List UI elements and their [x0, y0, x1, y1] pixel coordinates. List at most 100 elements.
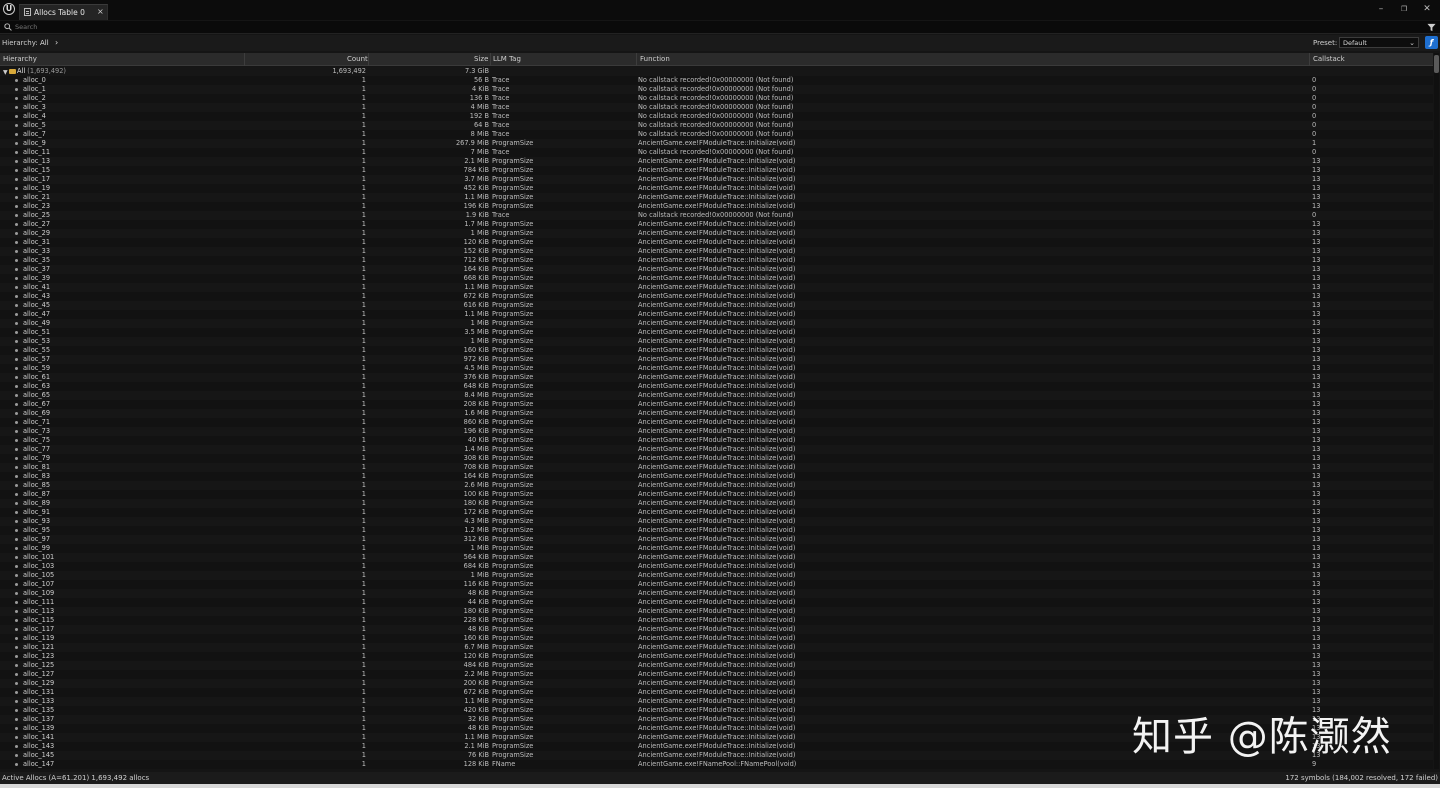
preset-select[interactable]: Default ⌄ — [1339, 37, 1419, 48]
column-header-function[interactable]: Function — [640, 55, 670, 63]
table-row[interactable]: alloc_29 1 1 MiB ProgramSize AncientGame.exe… — [0, 229, 1433, 238]
column-divider[interactable] — [244, 53, 245, 66]
table-row[interactable]: alloc_89 1 180 KiB ProgramSize AncientGame.e… — [0, 499, 1433, 508]
minimize-icon[interactable]: – — [1374, 4, 1388, 14]
table-row[interactable]: alloc_19 1 452 KiB ProgramSize AncientGame.e… — [0, 184, 1433, 193]
column-header-size[interactable]: Size — [474, 55, 488, 63]
table-row[interactable]: alloc_67 1 208 KiB ProgramSize AncientGame.e… — [0, 400, 1433, 409]
table-row[interactable]: alloc_107 1 116 KiB ProgramSize AncientGame.… — [0, 580, 1433, 589]
table-row[interactable]: alloc_51 1 3.5 MiB ProgramSize AncientGame.e… — [0, 328, 1433, 337]
table-row[interactable]: alloc_2 1 136 B Trace No callstack recorded!… — [0, 94, 1433, 103]
table-row[interactable]: alloc_9 1 267.9 MiB ProgramSize AncientGame.… — [0, 139, 1433, 148]
table-row[interactable]: alloc_69 1 1.6 MiB ProgramSize AncientGame.e… — [0, 409, 1433, 418]
table-row[interactable]: alloc_93 1 4.3 MiB ProgramSize AncientGame.e… — [0, 517, 1433, 526]
row-llm-tag: ProgramSize — [492, 319, 534, 327]
table-row[interactable]: alloc_97 1 312 KiB ProgramSize AncientGame.e… — [0, 535, 1433, 544]
column-header-hierarchy[interactable]: Hierarchy — [3, 55, 37, 63]
table-row[interactable]: alloc_33 1 152 KiB ProgramSize AncientGame.e… — [0, 247, 1433, 256]
table-row[interactable]: alloc_37 1 164 KiB ProgramSize AncientGame.e… — [0, 265, 1433, 274]
table-row[interactable]: alloc_39 1 668 KiB ProgramSize AncientGame.e… — [0, 274, 1433, 283]
table-row[interactable]: alloc_125 1 484 KiB ProgramSize AncientGame.… — [0, 661, 1433, 670]
vertical-scrollbar[interactable] — [1434, 53, 1439, 769]
table-row[interactable]: alloc_71 1 860 KiB ProgramSize AncientGame.e… — [0, 418, 1433, 427]
table-row[interactable]: alloc_111 1 44 KiB ProgramSize AncientGame.e… — [0, 598, 1433, 607]
table-row[interactable]: alloc_43 1 672 KiB ProgramSize AncientGame.e… — [0, 292, 1433, 301]
search-input[interactable] — [15, 22, 1415, 32]
table-row[interactable]: alloc_127 1 2.2 MiB ProgramSize AncientGame.… — [0, 670, 1433, 679]
table-row[interactable]: alloc_121 1 6.7 MiB ProgramSize AncientGame.… — [0, 643, 1433, 652]
column-header-llm-tag[interactable]: LLM Tag — [493, 55, 521, 63]
table-row[interactable]: alloc_95 1 1.2 MiB ProgramSize AncientGame.e… — [0, 526, 1433, 535]
table-row[interactable]: alloc_59 1 4.5 MiB ProgramSize AncientGame.e… — [0, 364, 1433, 373]
table-row[interactable]: alloc_61 1 376 KiB ProgramSize AncientGame.e… — [0, 373, 1433, 382]
table-row[interactable]: alloc_1 1 4 KiB Trace No callstack recorded!… — [0, 85, 1433, 94]
table-row[interactable]: alloc_105 1 1 MiB ProgramSize AncientGame.ex… — [0, 571, 1433, 580]
table-row[interactable]: alloc_23 1 196 KiB ProgramSize AncientGame.e… — [0, 202, 1433, 211]
table-row[interactable]: alloc_55 1 160 KiB ProgramSize AncientGame.e… — [0, 346, 1433, 355]
table-row[interactable]: alloc_91 1 172 KiB ProgramSize AncientGame.e… — [0, 508, 1433, 517]
table-row[interactable]: alloc_5 1 64 B Trace No callstack recorded!0… — [0, 121, 1433, 130]
column-divider[interactable] — [636, 53, 637, 66]
function-icon[interactable]: ƒ — [1425, 36, 1438, 49]
row-count: 1 — [361, 643, 366, 651]
hierarchy-breadcrumb-all[interactable]: All — [40, 39, 49, 47]
table-row[interactable]: alloc_31 1 120 KiB ProgramSize AncientGame.e… — [0, 238, 1433, 247]
table-row[interactable]: alloc_117 1 48 KiB ProgramSize AncientGame.e… — [0, 625, 1433, 634]
table-row[interactable]: alloc_49 1 1 MiB ProgramSize AncientGame.exe… — [0, 319, 1433, 328]
scrollbar-thumb[interactable] — [1434, 55, 1439, 73]
table-row[interactable]: alloc_0 1 56 B Trace No callstack recorded!0… — [0, 76, 1433, 85]
table-row[interactable]: alloc_85 1 2.6 MiB ProgramSize AncientGame.e… — [0, 481, 1433, 490]
close-icon[interactable]: ✕ — [1420, 4, 1434, 14]
table-row[interactable]: alloc_119 1 160 KiB ProgramSize AncientGame.… — [0, 634, 1433, 643]
table-row[interactable]: alloc_81 1 708 KiB ProgramSize AncientGame.e… — [0, 463, 1433, 472]
column-divider[interactable] — [368, 53, 369, 66]
table-row[interactable]: alloc_77 1 1.4 MiB ProgramSize AncientGame.e… — [0, 445, 1433, 454]
table-row[interactable]: alloc_57 1 972 KiB ProgramSize AncientGame.e… — [0, 355, 1433, 364]
table-row[interactable]: alloc_131 1 672 KiB ProgramSize AncientGame.… — [0, 688, 1433, 697]
table-row[interactable]: alloc_17 1 3.7 MiB ProgramSize AncientGame.e… — [0, 175, 1433, 184]
table-row[interactable]: alloc_21 1 1.1 MiB ProgramSize AncientGame.e… — [0, 193, 1433, 202]
table-row[interactable]: alloc_45 1 616 KiB ProgramSize AncientGame.e… — [0, 301, 1433, 310]
column-divider[interactable] — [490, 53, 491, 66]
table-row[interactable]: alloc_7 1 8 MiB Trace No callstack recorded!… — [0, 130, 1433, 139]
row-size: 172 KiB — [463, 508, 489, 516]
row-callstack: 0 — [1312, 211, 1317, 219]
table-row[interactable]: alloc_109 1 48 KiB ProgramSize AncientGame.e… — [0, 589, 1433, 598]
table-row[interactable]: alloc_63 1 648 KiB ProgramSize AncientGame.e… — [0, 382, 1433, 391]
table-row[interactable]: alloc_113 1 180 KiB ProgramSize AncientGame.… — [0, 607, 1433, 616]
row-count: 1 — [361, 328, 366, 336]
table-row[interactable]: alloc_73 1 196 KiB ProgramSize AncientGame.e… — [0, 427, 1433, 436]
table-row[interactable]: alloc_3 1 4 MiB Trace No callstack recorded!… — [0, 103, 1433, 112]
tab-allocs-table[interactable]: Allocs Table 0 × — [19, 4, 108, 20]
column-header-callstack[interactable]: Callstack — [1313, 55, 1345, 63]
table-row[interactable]: alloc_25 1 1.9 KiB Trace No callstack record… — [0, 211, 1433, 220]
tab-close-icon[interactable]: × — [97, 7, 104, 16]
table-row[interactable]: alloc_79 1 308 KiB ProgramSize AncientGame.e… — [0, 454, 1433, 463]
table-row[interactable]: alloc_115 1 228 KiB ProgramSize AncientGame.… — [0, 616, 1433, 625]
table-row[interactable]: alloc_41 1 1.1 MiB ProgramSize AncientGame.e… — [0, 283, 1433, 292]
column-divider[interactable] — [1309, 53, 1310, 66]
table-row[interactable]: alloc_13 1 2.1 MiB ProgramSize AncientGame.e… — [0, 157, 1433, 166]
restore-icon[interactable]: ❐ — [1397, 4, 1411, 14]
table-row[interactable]: alloc_11 1 7 MiB Trace No callstack recorded… — [0, 148, 1433, 157]
table-row[interactable]: alloc_87 1 100 KiB ProgramSize AncientGame.e… — [0, 490, 1433, 499]
table-row[interactable]: alloc_75 1 40 KiB ProgramSize AncientGame.ex… — [0, 436, 1433, 445]
table-row[interactable]: alloc_65 1 8.4 MiB ProgramSize AncientGame.e… — [0, 391, 1433, 400]
table-row[interactable]: alloc_15 1 784 KiB ProgramSize AncientGame.e… — [0, 166, 1433, 175]
table-row[interactable]: alloc_4 1 192 B Trace No callstack recorded!… — [0, 112, 1433, 121]
row-function: AncientGame.exe!FModuleTrace::Initialize… — [638, 355, 796, 363]
table-row[interactable]: alloc_101 1 564 KiB ProgramSize AncientGame.… — [0, 553, 1433, 562]
table-row-root[interactable]: ▼ All (1,693,492) 1,693,492 7.3 GiB — [0, 67, 1433, 76]
table-row[interactable]: alloc_47 1 1.1 MiB ProgramSize AncientGame.e… — [0, 310, 1433, 319]
table-row[interactable]: alloc_103 1 684 KiB ProgramSize AncientGame.… — [0, 562, 1433, 571]
filter-icon[interactable] — [1427, 23, 1436, 32]
table-row[interactable]: alloc_123 1 120 KiB ProgramSize AncientGame.… — [0, 652, 1433, 661]
table-row[interactable]: alloc_35 1 712 KiB ProgramSize AncientGame.e… — [0, 256, 1433, 265]
column-header-count[interactable]: Count — [347, 55, 368, 63]
table-row[interactable]: alloc_129 1 200 KiB ProgramSize AncientGame.… — [0, 679, 1433, 688]
table-row[interactable]: alloc_99 1 1 MiB ProgramSize AncientGame.exe… — [0, 544, 1433, 553]
table-row[interactable]: alloc_27 1 1.7 MiB ProgramSize AncientGame.e… — [0, 220, 1433, 229]
table-row[interactable]: alloc_53 1 1 MiB ProgramSize AncientGame.exe… — [0, 337, 1433, 346]
table-row[interactable]: alloc_83 1 164 KiB ProgramSize AncientGame.e… — [0, 472, 1433, 481]
chevron-right-icon[interactable]: › — [55, 38, 58, 47]
